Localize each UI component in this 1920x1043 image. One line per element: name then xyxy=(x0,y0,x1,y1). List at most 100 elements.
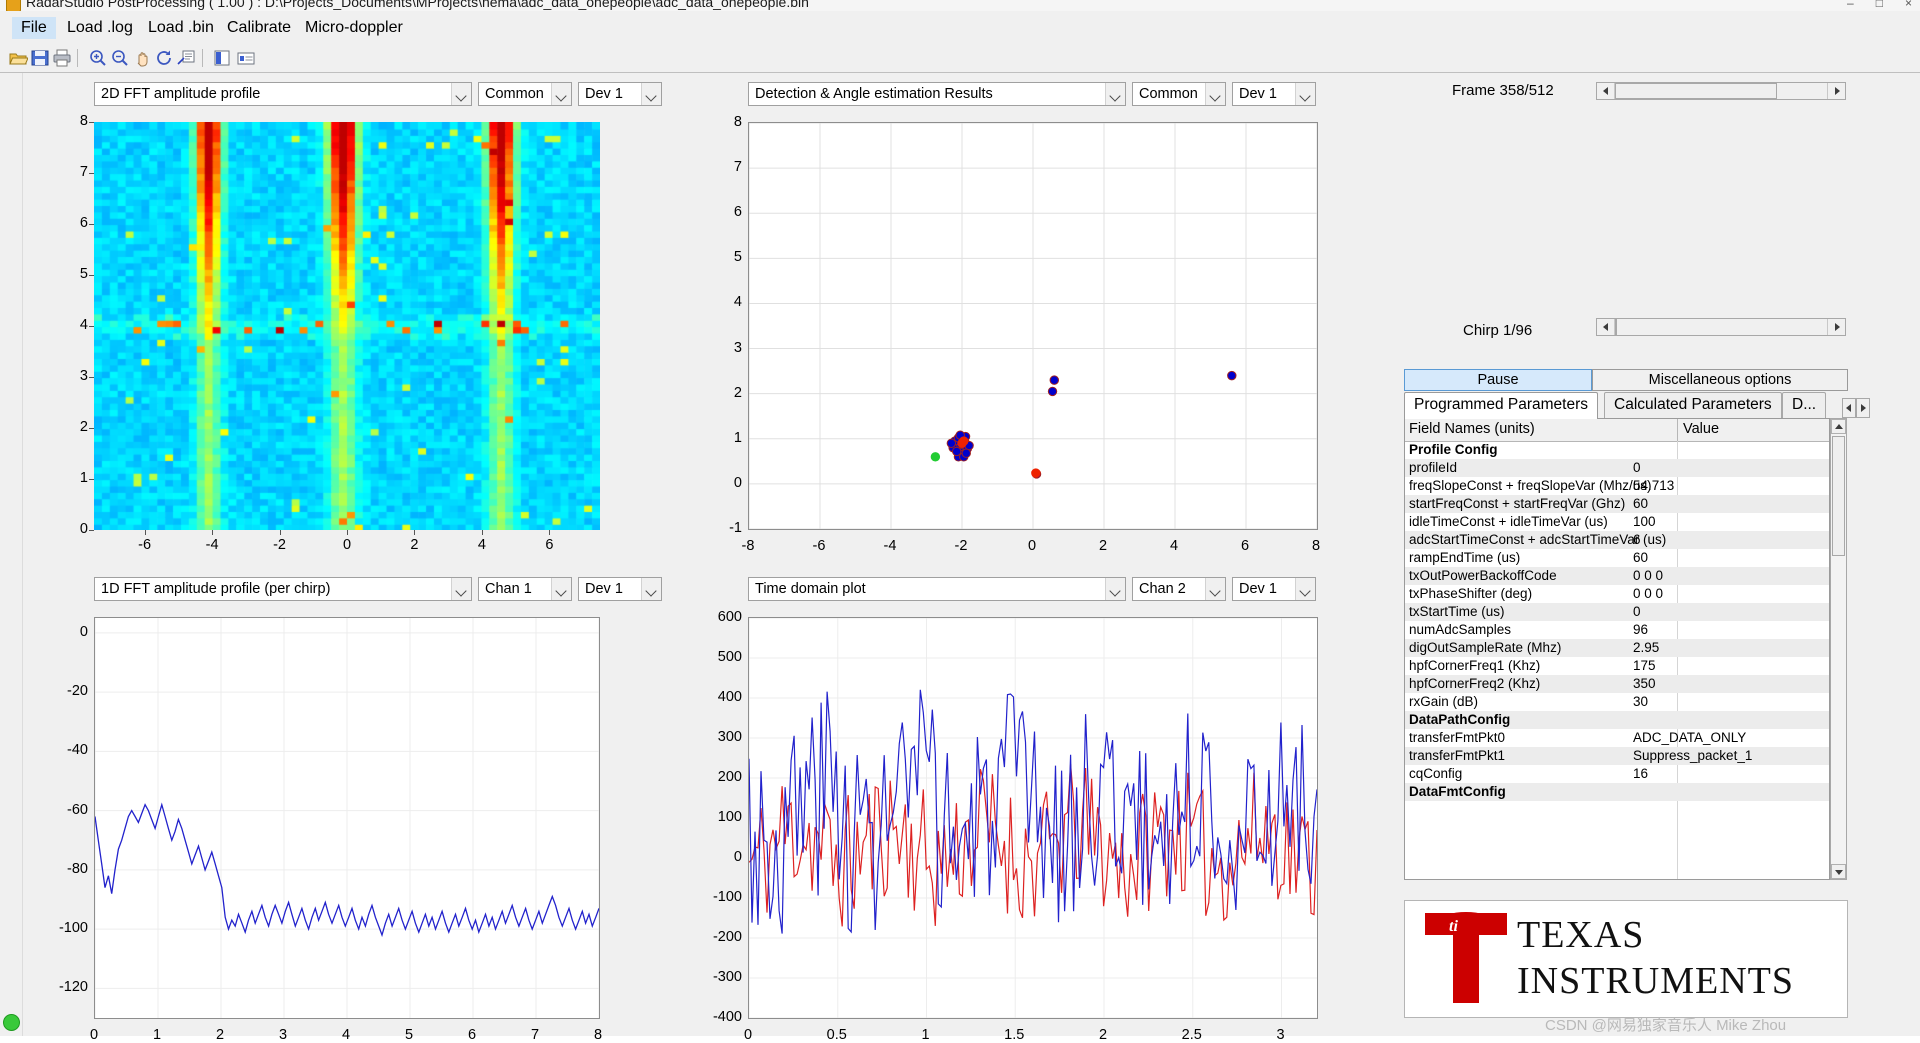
bottom-right-device-select[interactable]: Dev 1 xyxy=(1232,577,1316,601)
table-row[interactable]: adcStartTimeConst + adcStartTimeVar (us)… xyxy=(1405,531,1829,549)
frame-scroll-left-button[interactable] xyxy=(1597,83,1615,99)
chirp-scroll-thumb[interactable] xyxy=(1615,319,1617,335)
table-row[interactable]: cqConfig 16 xyxy=(1405,765,1829,783)
bottom-right-channel-select[interactable]: Chan 2 xyxy=(1132,577,1226,601)
axis-tick-label: 6 xyxy=(733,204,742,221)
rotate-icon[interactable] xyxy=(154,48,174,68)
table-row[interactable]: digOutSampleRate (Mhz) 2.95 xyxy=(1405,639,1829,657)
chevron-down-icon[interactable] xyxy=(551,578,571,600)
zoom-in-icon[interactable] xyxy=(88,48,108,68)
miscellaneous-options-button[interactable]: Miscellaneous options xyxy=(1592,369,1848,391)
chevron-down-icon[interactable] xyxy=(1105,578,1125,600)
axis-tick-label: 1 xyxy=(921,1027,930,1043)
pan-icon[interactable] xyxy=(132,48,152,68)
chirp-scroll-right-button[interactable] xyxy=(1827,319,1845,335)
pause-button[interactable]: Pause xyxy=(1404,369,1592,391)
chevron-down-icon[interactable] xyxy=(1105,83,1125,105)
chevron-down-icon[interactable] xyxy=(641,83,661,105)
data-cursor-icon[interactable] xyxy=(176,48,196,68)
top-right-device-select[interactable]: Dev 1 xyxy=(1232,82,1316,106)
frame-scroll-right-button[interactable] xyxy=(1827,83,1845,99)
axis-tick-label: 200 xyxy=(717,769,742,785)
scroll-down-button[interactable] xyxy=(1831,864,1846,879)
chirp-scrollbar[interactable] xyxy=(1596,318,1846,336)
tab-more-parameters[interactable]: D... xyxy=(1782,392,1827,418)
chart-2d-fft-heatmap xyxy=(94,122,600,530)
bottom-right-plot-select[interactable]: Time domain plot xyxy=(748,577,1126,601)
scroll-thumb[interactable] xyxy=(1832,436,1845,556)
bottom-left-device-select[interactable]: Dev 1 xyxy=(578,577,662,601)
menu-item-load-bin[interactable]: Load .bin xyxy=(139,17,223,39)
minimize-button[interactable]: – xyxy=(1847,0,1854,10)
chevron-down-icon[interactable] xyxy=(1205,83,1225,105)
tab-scroll-left-button[interactable] xyxy=(1842,398,1856,418)
menu-item-load-log[interactable]: Load .log xyxy=(58,17,142,39)
menu-item-file[interactable]: File xyxy=(12,17,56,39)
table-row[interactable]: idleTimeConst + idleTimeVar (us) 100 xyxy=(1405,513,1829,531)
table-row[interactable]: startFreqConst + startFreqVar (Ghz) 60 xyxy=(1405,495,1829,513)
chart-time-domain xyxy=(748,617,1318,1019)
tab-calculated-parameters[interactable]: Calculated Parameters xyxy=(1604,392,1782,418)
axis-tick-label: 0 xyxy=(79,623,88,640)
table-row[interactable]: transferFmtPkt0 ADC_DATA_ONLY xyxy=(1405,729,1829,747)
top-right-plot-select[interactable]: Detection & Angle estimation Results xyxy=(748,82,1126,106)
menu-item-calibrate[interactable]: Calibrate xyxy=(218,17,300,39)
tab-programmed-parameters[interactable]: Programmed Parameters xyxy=(1404,392,1599,419)
tab-scroll-right-button[interactable] xyxy=(1856,398,1870,418)
scroll-up-button[interactable] xyxy=(1831,419,1846,434)
table-row[interactable]: txOutPowerBackoffCode 0 0 0 xyxy=(1405,567,1829,585)
table-header: Field Names (units) Value xyxy=(1405,419,1829,442)
zoom-out-icon[interactable] xyxy=(110,48,130,68)
table-row[interactable]: Profile Config xyxy=(1405,441,1829,459)
table-row[interactable]: rxGain (dB) 30 xyxy=(1405,693,1829,711)
chevron-down-icon[interactable] xyxy=(1295,578,1315,600)
table-row[interactable]: DataPathConfig xyxy=(1405,711,1829,729)
chevron-down-icon[interactable] xyxy=(551,83,571,105)
chevron-down-icon[interactable] xyxy=(1205,578,1225,600)
table-cell-value: 0 0 0 xyxy=(1633,568,1664,583)
top-left-device-select[interactable]: Dev 1 xyxy=(578,82,662,106)
frame-scroll-thumb[interactable] xyxy=(1615,83,1777,99)
action-button-bar: Pause Miscellaneous options xyxy=(1404,369,1848,391)
table-row[interactable]: txPhaseShifter (deg) 0 0 0 xyxy=(1405,585,1829,603)
print-icon[interactable] xyxy=(52,48,72,68)
open-folder-icon[interactable] xyxy=(8,48,29,68)
chirp-scroll-left-button[interactable] xyxy=(1597,319,1615,335)
top-left-plot-select[interactable]: 2D FFT amplitude profile xyxy=(94,82,472,106)
table-row[interactable]: hpfCornerFreq2 (Khz) 350 xyxy=(1405,675,1829,693)
bottom-left-channel-select[interactable]: Chan 1 xyxy=(478,577,572,601)
chevron-down-icon[interactable] xyxy=(1295,83,1315,105)
parameters-table[interactable]: Field Names (units) Value Profile Config… xyxy=(1404,418,1830,880)
axis-tick-label: 6 xyxy=(467,1027,477,1043)
table-row[interactable]: profileId 0 xyxy=(1405,459,1829,477)
frame-scrollbar[interactable] xyxy=(1596,82,1846,100)
frame-scroll-track[interactable] xyxy=(1615,83,1827,99)
maximize-button[interactable]: □ xyxy=(1876,0,1883,10)
bottom-left-plot-select[interactable]: 1D FFT amplitude profile (per chirp) xyxy=(94,577,472,601)
table-cell-field: txStartTime (us) xyxy=(1409,604,1505,619)
column-header-field-names: Field Names (units) xyxy=(1409,421,1535,437)
table-row[interactable]: rampEndTime (us) 60 xyxy=(1405,549,1829,567)
table-cell-field: hpfCornerFreq1 (Khz) xyxy=(1409,658,1541,673)
menu-item-micro-doppler[interactable]: Micro-doppler xyxy=(296,17,412,39)
table-row[interactable]: numAdcSamples 96 xyxy=(1405,621,1829,639)
colorbar-icon[interactable] xyxy=(212,48,232,68)
close-button[interactable]: × xyxy=(1905,0,1912,10)
chevron-down-icon[interactable] xyxy=(641,578,661,600)
chevron-down-icon[interactable] xyxy=(451,83,471,105)
top-left-channel-select[interactable]: Common xyxy=(478,82,572,106)
table-cell-field: numAdcSamples xyxy=(1409,622,1512,637)
chevron-down-icon[interactable] xyxy=(451,578,471,600)
table-row[interactable]: hpfCornerFreq1 (Khz) 175 xyxy=(1405,657,1829,675)
axis-tick-label: -20 xyxy=(67,683,88,700)
table-row[interactable]: DataFmtConfig xyxy=(1405,783,1829,801)
table-row[interactable]: freqSlopeConst + freqSlopeVar (Mhz/us) 54… xyxy=(1405,477,1829,495)
save-icon[interactable] xyxy=(30,48,50,68)
table-row[interactable]: txStartTime (us) 0 xyxy=(1405,603,1829,621)
table-row[interactable]: transferFmtPkt1 Suppress_packet_1 xyxy=(1405,747,1829,765)
legend-icon[interactable] xyxy=(236,48,256,68)
chirp-scroll-track[interactable] xyxy=(1615,319,1827,335)
parameters-table-scrollbar[interactable] xyxy=(1830,418,1847,880)
table-cell-value: 60 xyxy=(1633,496,1649,511)
top-right-channel-select[interactable]: Common xyxy=(1132,82,1226,106)
